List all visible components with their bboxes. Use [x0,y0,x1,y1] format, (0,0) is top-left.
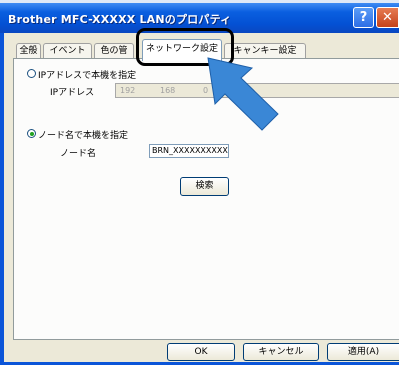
pointer-arrow-icon [207,57,279,131]
